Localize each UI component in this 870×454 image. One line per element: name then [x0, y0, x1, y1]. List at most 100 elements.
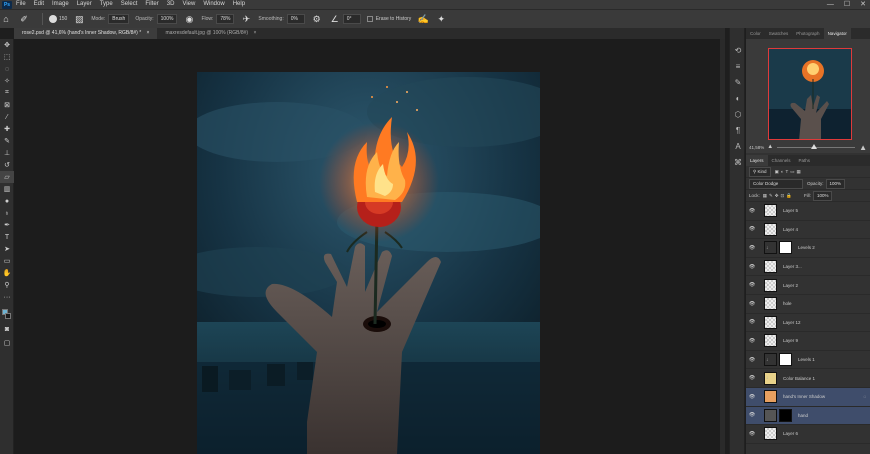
- eye-icon[interactable]: 👁: [746, 431, 758, 437]
- layer-name[interactable]: Layer 12: [783, 320, 801, 325]
- history-icon[interactable]: ⟲: [730, 42, 746, 58]
- eye-icon[interactable]: 👁: [746, 226, 758, 232]
- layer-row[interactable]: 👁 Layer 6: [746, 425, 870, 444]
- layer-row[interactable]: 👁 Layer 3...: [746, 258, 870, 277]
- pen-icon[interactable]: ✒: [0, 219, 14, 231]
- canvas-area[interactable]: [14, 39, 725, 454]
- layer-row[interactable]: 👁 hole: [746, 295, 870, 314]
- history-brush-icon[interactable]: ↺: [0, 159, 14, 171]
- eye-icon[interactable]: 👁: [746, 245, 758, 251]
- frame-icon[interactable]: ⊠: [0, 99, 14, 111]
- tab-swatches[interactable]: Swatches: [765, 28, 793, 39]
- layer-row[interactable]: 👁 ↓ Color Balance 1: [746, 369, 870, 388]
- lock-icons[interactable]: ▦✎✥⊡🔒: [763, 193, 794, 199]
- menu-type[interactable]: Type: [96, 0, 117, 9]
- fx-icon[interactable]: ◌: [863, 394, 866, 399]
- more-icon[interactable]: ···: [0, 291, 14, 303]
- gradient-icon[interactable]: ▥: [0, 183, 14, 195]
- brush-icon[interactable]: ✎: [0, 135, 14, 147]
- layer-mask[interactable]: [779, 241, 792, 255]
- tab-photograph[interactable]: Photograph: [792, 28, 823, 39]
- zoom-in-icon[interactable]: ▲: [859, 143, 867, 152]
- layer-row[interactable]: 👁 ↓ Layer 5: [746, 202, 870, 221]
- tab-channels[interactable]: Channels: [768, 155, 795, 166]
- layer-name[interactable]: Layer 9: [783, 338, 798, 343]
- layer-name[interactable]: Color Balance 1: [783, 376, 815, 381]
- menu-image[interactable]: Image: [48, 0, 73, 9]
- layer-row[interactable]: 👁 ↓ Levels 2: [746, 239, 870, 258]
- tab-rose2[interactable]: rose2.psd @ 41,6% (hand's Inner Shadow, …: [14, 28, 158, 39]
- eye-icon[interactable]: 👁: [746, 412, 758, 418]
- menu-file[interactable]: File: [12, 0, 30, 9]
- move-icon[interactable]: ✥: [0, 39, 14, 51]
- angle-field[interactable]: 0°: [342, 14, 361, 24]
- layer-row-selected[interactable]: 👁 hand: [746, 406, 870, 426]
- layer-filter-select[interactable]: ⚲ Kind: [749, 166, 771, 177]
- layer-mask[interactable]: [779, 353, 792, 367]
- eye-icon[interactable]: 👁: [746, 208, 758, 214]
- glyphs-icon[interactable]: ⌘: [730, 154, 746, 170]
- dodge-icon[interactable]: ♁: [0, 207, 14, 219]
- type-icon[interactable]: T: [0, 231, 14, 243]
- zoom-value[interactable]: 41,58%: [749, 145, 764, 150]
- tab-maxresdefault[interactable]: maxresdefault.jpg @ 100% (RGB/8#) ×: [157, 28, 264, 39]
- smoothing-options-gear-icon[interactable]: ⚙: [311, 13, 323, 25]
- layer-row[interactable]: 👁 ↓ Layer 9: [746, 332, 870, 351]
- eye-icon[interactable]: 👁: [746, 375, 758, 381]
- menu-select[interactable]: Select: [117, 0, 142, 9]
- maximize-button[interactable]: ☐: [844, 0, 850, 9]
- properties-icon[interactable]: ≡: [730, 58, 746, 74]
- 3d-icon[interactable]: ⬡: [730, 106, 746, 122]
- layer-row[interactable]: 👁 ↓ Levels 1: [746, 351, 870, 370]
- lasso-icon[interactable]: ◌: [0, 63, 14, 75]
- eraser-tool-preset-icon[interactable]: ✐: [18, 13, 30, 25]
- mode-select[interactable]: Brush: [108, 14, 130, 24]
- paragraph-icon[interactable]: ¶: [730, 122, 746, 138]
- menu-view[interactable]: View: [178, 0, 199, 9]
- document-canvas[interactable]: [197, 72, 540, 454]
- zoom-icon[interactable]: ⚲: [0, 279, 14, 291]
- eye-icon[interactable]: 👁: [746, 264, 758, 270]
- layer-name[interactable]: Layer 6: [783, 431, 798, 436]
- layer-name[interactable]: Layer 5: [783, 208, 798, 213]
- screen-mode-icon[interactable]: ▢: [0, 337, 14, 349]
- minimize-button[interactable]: —: [827, 0, 834, 9]
- menu-3d[interactable]: 3D: [163, 0, 179, 9]
- layer-mask[interactable]: [779, 408, 792, 422]
- tab-navigator[interactable]: Navigator: [823, 28, 851, 39]
- airbrush-icon[interactable]: ✈: [240, 13, 252, 25]
- close-button[interactable]: ✕: [860, 0, 866, 9]
- layer-name[interactable]: Levels 2: [798, 245, 815, 250]
- shape-icon[interactable]: ▭: [0, 255, 14, 267]
- marquee-icon[interactable]: ⬚: [0, 51, 14, 63]
- filter-icons[interactable]: ▣◐T▭▦: [775, 169, 803, 175]
- layer-row[interactable]: 👁 ↓ Layer 12: [746, 314, 870, 333]
- path-select-icon[interactable]: ➤: [0, 243, 14, 255]
- eye-icon[interactable]: 👁: [746, 357, 758, 363]
- menu-edit[interactable]: Edit: [30, 0, 48, 9]
- layer-name[interactable]: Layer 3...: [783, 264, 802, 269]
- home-icon[interactable]: ⌂: [0, 13, 12, 25]
- menu-help[interactable]: Help: [229, 0, 249, 9]
- eyedropper-icon[interactable]: ⁄: [0, 111, 14, 123]
- layer-row-selected[interactable]: 👁 hand's Inner Shadow ◌: [746, 387, 870, 407]
- layer-name[interactable]: hand: [798, 413, 808, 418]
- blend-mode-select[interactable]: Color Dodge: [749, 178, 803, 189]
- eye-icon[interactable]: 👁: [746, 301, 758, 307]
- close-icon[interactable]: ×: [253, 30, 256, 36]
- layer-row[interactable]: 👁 ↓ Layer 4: [746, 221, 870, 240]
- menu-layer[interactable]: Layer: [73, 0, 96, 9]
- layer-name[interactable]: hand's Inner Shadow: [783, 394, 825, 399]
- vertical-scrollbar[interactable]: [720, 39, 725, 454]
- symmetry-icon[interactable]: ✦: [435, 13, 447, 25]
- quick-mask-icon[interactable]: ◙: [0, 323, 14, 335]
- eraser-icon[interactable]: ▱: [0, 171, 14, 183]
- layer-name[interactable]: Levels 1: [798, 357, 815, 362]
- stamp-icon[interactable]: ⊥: [0, 147, 14, 159]
- flow-field[interactable]: 78%: [216, 14, 235, 24]
- smoothing-field[interactable]: 0%: [286, 14, 305, 24]
- zoom-slider-knob[interactable]: [811, 143, 818, 149]
- background-color-swatch[interactable]: [5, 313, 11, 319]
- eye-icon[interactable]: 👁: [746, 394, 758, 400]
- tab-paths[interactable]: Paths: [795, 155, 815, 166]
